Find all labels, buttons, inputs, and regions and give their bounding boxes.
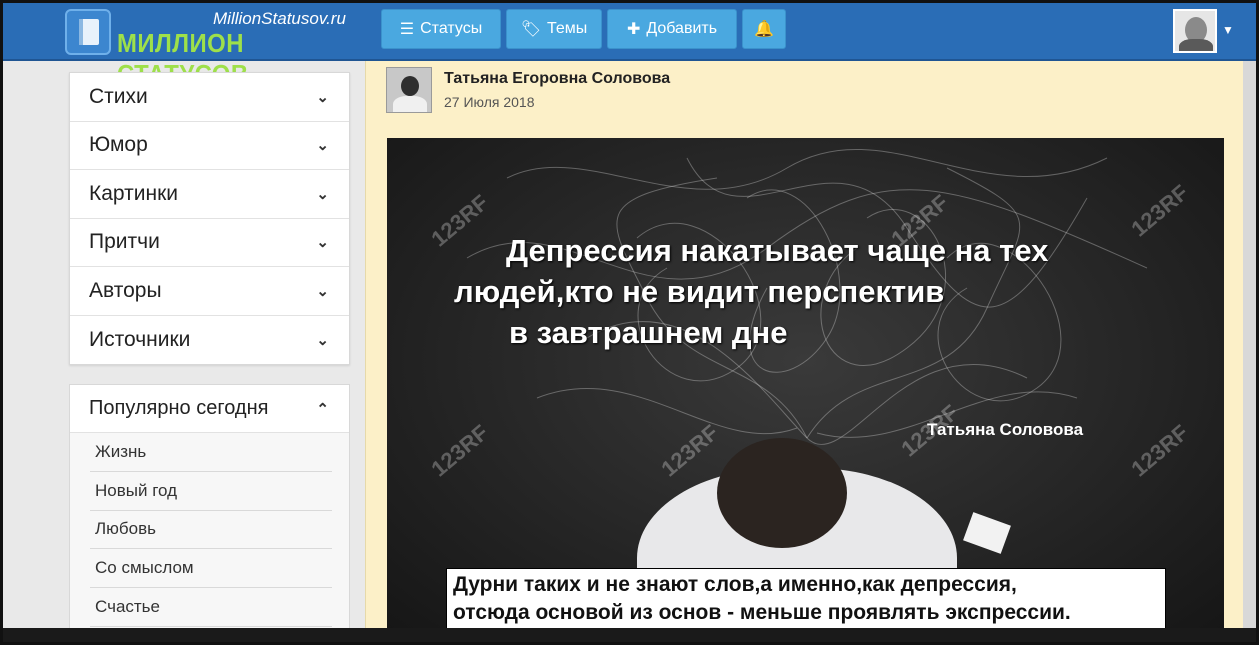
caption-box: Дурни таких и не знают слов,а именно,как… bbox=[446, 568, 1166, 631]
scrollbar[interactable] bbox=[1243, 61, 1256, 633]
popular-item-life[interactable]: Жизнь bbox=[90, 433, 332, 472]
sidebar-item-poems[interactable]: Стихи ⌄ bbox=[70, 73, 349, 122]
popular-item-meaningful[interactable]: Со смыслом bbox=[90, 549, 332, 589]
popular-today-list: Жизнь Новый год Любовь Со смыслом Счасть… bbox=[70, 433, 349, 642]
notifications-button[interactable]: 🔔 bbox=[742, 9, 786, 49]
chevron-down-icon: ⌄ bbox=[316, 185, 329, 203]
logo-site-url: MillionStatusov.ru bbox=[213, 9, 346, 28]
post-date: 27 Июля 2018 bbox=[444, 94, 535, 110]
quote-line: людей,кто не видит перспектив bbox=[454, 274, 945, 309]
screenshot-frame: MillionStatusov.ru МИЛЛИОН СТАТУСОВ ☰ Ст… bbox=[0, 0, 1259, 645]
popular-item-new-year[interactable]: Новый год bbox=[90, 472, 332, 511]
sidebar-item-label: Авторы bbox=[89, 278, 162, 302]
statuses-button[interactable]: ☰ Статусы bbox=[381, 9, 501, 49]
site-logo[interactable]: MillionStatusov.ru МИЛЛИОН СТАТУСОВ bbox=[65, 9, 365, 89]
themes-button-label: Темы bbox=[547, 20, 588, 37]
sidebar-item-label: Картинки bbox=[89, 181, 178, 205]
bell-icon: 🔔 bbox=[754, 21, 774, 38]
post-image[interactable]: 123RF 123RF 123RF 123RF 123RF 123RF 123R… bbox=[387, 138, 1224, 633]
list-icon: ☰ bbox=[399, 21, 415, 38]
sidebar-item-sources[interactable]: Источники ⌄ bbox=[70, 316, 349, 365]
statuses-button-label: Статусы bbox=[420, 20, 483, 37]
top-navbar: MillionStatusov.ru МИЛЛИОН СТАТУСОВ ☰ Ст… bbox=[3, 3, 1256, 89]
author-avatar[interactable] bbox=[386, 67, 432, 113]
user-avatar[interactable] bbox=[1173, 9, 1217, 53]
sidebar-item-label: Притчи bbox=[89, 230, 160, 254]
quote-line: Депрессия накатывает чаще на тех bbox=[506, 233, 1049, 268]
frame-border-bottom bbox=[3, 628, 1256, 642]
post-author[interactable]: Татьяна Егоровна Соловова bbox=[444, 70, 670, 88]
sidebar-item-pictures[interactable]: Картинки ⌄ bbox=[70, 170, 349, 219]
sidebar-item-label: Юмор bbox=[89, 133, 148, 157]
caption-line: отсюда основой из основ - меньше проявля… bbox=[453, 601, 1071, 624]
add-button[interactable]: ✚ Добавить bbox=[607, 9, 737, 49]
sidebar: Стихи ⌄ Юмор ⌄ Картинки ⌄ Притчи ⌄ Автор… bbox=[69, 72, 350, 642]
image-signature: Татьяна Соловова bbox=[927, 420, 1084, 439]
popular-item-happiness[interactable]: Счастье bbox=[90, 588, 332, 627]
popular-today-header[interactable]: Популярно сегодня ⌃ bbox=[70, 385, 349, 433]
status-post: Татьяна Егоровна Соловова 27 Июля 2018 1… bbox=[365, 61, 1243, 633]
sidebar-item-label: Стихи bbox=[89, 84, 148, 108]
chevron-down-icon[interactable]: ▼ bbox=[1222, 23, 1234, 37]
sidebar-item-label: Источники bbox=[89, 327, 191, 351]
popular-today-box: Популярно сегодня ⌃ Жизнь Новый год Любо… bbox=[69, 384, 350, 642]
chevron-down-icon: ⌄ bbox=[316, 331, 329, 349]
tag-icon: 🏷 bbox=[520, 21, 542, 38]
popular-today-title: Популярно сегодня bbox=[89, 397, 269, 419]
sidebar-item-humor[interactable]: Юмор ⌄ bbox=[70, 122, 349, 170]
popular-item-love[interactable]: Любовь bbox=[90, 511, 332, 550]
chevron-down-icon: ⌄ bbox=[316, 234, 329, 252]
book-icon bbox=[65, 9, 111, 55]
chevron-down-icon: ⌄ bbox=[316, 282, 329, 300]
themes-button[interactable]: 🏷 Темы bbox=[506, 9, 602, 49]
sidebar-item-parables[interactable]: Притчи ⌄ bbox=[70, 219, 349, 267]
chevron-down-icon: ⌄ bbox=[316, 137, 329, 155]
add-button-label: Добавить bbox=[646, 20, 718, 37]
quote-line: в завтрашнем дне bbox=[509, 315, 788, 350]
sidebar-item-authors[interactable]: Авторы ⌄ bbox=[70, 267, 349, 316]
plus-icon: ✚ bbox=[626, 21, 641, 38]
chevron-up-icon: ⌃ bbox=[316, 400, 329, 418]
person-head bbox=[717, 438, 847, 548]
category-menu: Стихи ⌄ Юмор ⌄ Картинки ⌄ Притчи ⌄ Автор… bbox=[69, 72, 350, 365]
caption-line: Дурни таких и не знают слов,а именно,как… bbox=[453, 573, 1017, 596]
chevron-down-icon: ⌄ bbox=[316, 88, 329, 106]
